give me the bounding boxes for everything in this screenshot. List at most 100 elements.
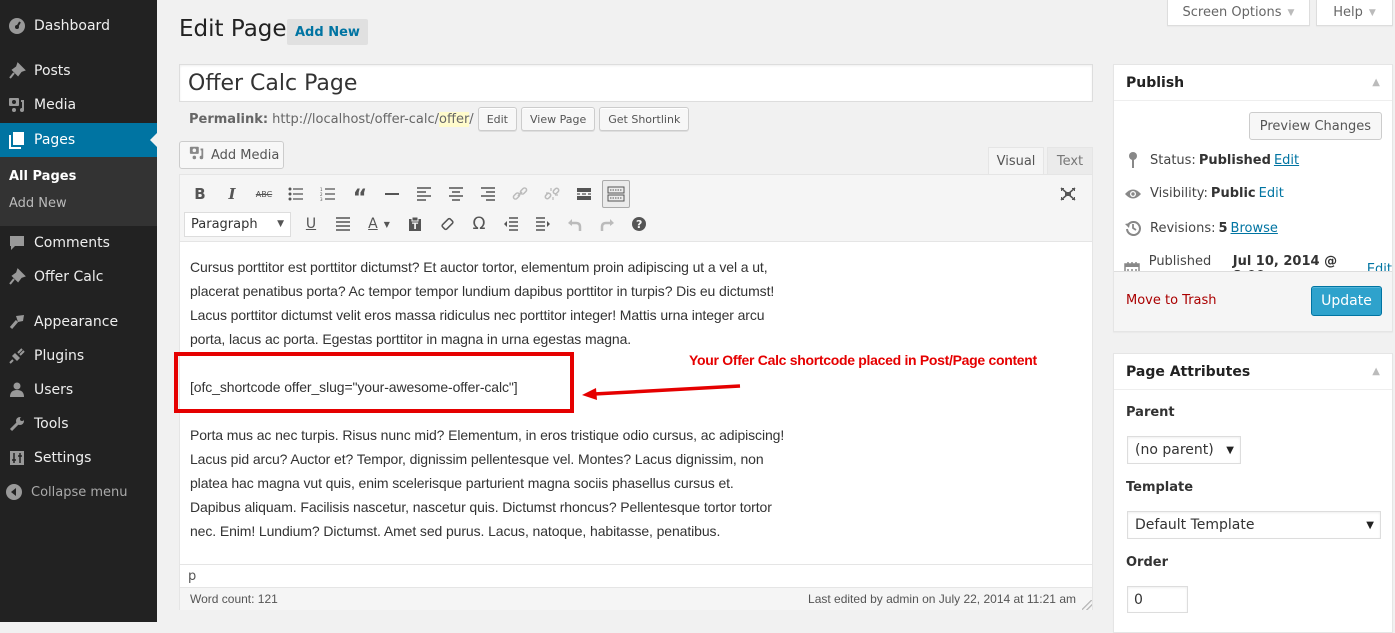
visibility-value: Public	[1210, 186, 1256, 201]
admin-sidebar: Dashboard Posts Media Pages All Pages Ad…	[0, 0, 157, 622]
redo-icon[interactable]	[591, 209, 623, 239]
edit-visibility-link[interactable]: Edit	[1259, 186, 1284, 201]
undo-icon[interactable]	[559, 209, 591, 239]
bold-icon[interactable]: B	[184, 179, 216, 209]
sidebar-item-appearance[interactable]: Appearance	[0, 305, 157, 339]
add-media-button[interactable]: Add Media	[179, 141, 284, 169]
eye-icon	[1124, 188, 1142, 200]
sidebar-item-users[interactable]: Users	[0, 373, 157, 407]
sidebar-item-plugins[interactable]: Plugins	[0, 339, 157, 373]
wrench-icon	[7, 414, 27, 434]
unlink-icon[interactable]	[536, 179, 568, 209]
add-new-button[interactable]: Add New	[287, 19, 368, 45]
special-character-icon[interactable]: Ω	[463, 209, 495, 239]
publish-title: Publish	[1126, 74, 1185, 91]
browse-revisions-link[interactable]: Browse	[1231, 221, 1278, 236]
get-shortlink-button[interactable]: Get Shortlink	[599, 107, 690, 131]
toolbar-toggle-icon[interactable]	[602, 180, 630, 208]
publish-header[interactable]: Publish ▲	[1114, 65, 1392, 101]
plug-icon	[7, 346, 27, 366]
permalink-row: Permalink: http://localhost/offer-calc/o…	[189, 107, 690, 131]
read-more-icon[interactable]	[568, 179, 600, 209]
sidebar-item-tools[interactable]: Tools	[0, 407, 157, 441]
bulleted-list-icon[interactable]	[280, 179, 312, 209]
text-line: Cursus porttitor est porttitor dictumst?…	[190, 259, 768, 275]
edit-permalink-button[interactable]: Edit	[477, 107, 517, 131]
history-icon	[1124, 220, 1142, 236]
resize-handle[interactable]	[1082, 600, 1092, 610]
parent-select[interactable]: (no parent) ▼	[1127, 436, 1241, 464]
update-button[interactable]: Update	[1311, 286, 1382, 316]
italic-icon[interactable]: I	[216, 179, 248, 209]
sidebar-item-label: Posts	[34, 63, 71, 79]
collapse-toggle-icon[interactable]: ▲	[1372, 366, 1380, 377]
move-to-trash-link[interactable]: Move to Trash	[1126, 293, 1217, 308]
fullscreen-icon[interactable]	[1052, 179, 1084, 209]
sidebar-item-media[interactable]: Media	[0, 88, 157, 122]
collapse-menu-button[interactable]: Collapse menu	[0, 480, 157, 504]
pin-icon	[7, 267, 27, 287]
sidebar-item-posts[interactable]: Posts	[0, 54, 157, 88]
indent-icon[interactable]	[527, 209, 559, 239]
tab-text[interactable]: Text	[1047, 147, 1093, 175]
view-page-button[interactable]: View Page	[521, 107, 596, 131]
revisions-value: 5	[1218, 220, 1228, 236]
annotation-label: Your Offer Calc shortcode placed in Post…	[689, 352, 1037, 368]
sliders-icon	[7, 448, 27, 468]
pin-icon	[7, 61, 27, 81]
format-select[interactable]: Paragraph ▼	[184, 211, 291, 237]
screen-options-button[interactable]: Screen Options ▼	[1167, 0, 1310, 26]
element-path[interactable]: p	[180, 564, 1092, 588]
template-select-value: Default Template	[1135, 517, 1255, 533]
tab-visual[interactable]: Visual	[988, 147, 1044, 175]
sidebar-item-offer-calc[interactable]: Offer Calc	[0, 260, 157, 294]
annotation-arrow-icon	[582, 384, 741, 400]
text-line: platea hac magna vut quis, enim sceleris…	[190, 475, 734, 491]
help-button[interactable]: Help ▼	[1316, 0, 1393, 26]
paste-as-text-icon[interactable]: T	[399, 209, 431, 239]
outdent-icon[interactable]	[495, 209, 527, 239]
sidebar-item-label: Media	[34, 97, 77, 113]
justify-icon[interactable]	[327, 209, 359, 239]
underline-icon[interactable]: U	[295, 209, 327, 239]
order-input[interactable]	[1127, 586, 1188, 613]
status-row: Status: Published Edit	[1124, 152, 1299, 168]
sidebar-item-label: Tools	[34, 416, 69, 432]
edit-status-link[interactable]: Edit	[1274, 153, 1299, 168]
help-icon[interactable]: ?	[623, 209, 655, 239]
post-title-input[interactable]	[179, 64, 1093, 102]
user-icon	[7, 380, 27, 400]
parent-select-value: (no parent)	[1135, 442, 1214, 458]
submenu-all-pages[interactable]: All Pages	[9, 169, 76, 184]
align-left-icon[interactable]	[408, 179, 440, 209]
sidebar-item-settings[interactable]: Settings	[0, 441, 157, 475]
permalink-slug[interactable]: offer	[439, 111, 470, 127]
sidebar-item-pages[interactable]: Pages	[0, 123, 157, 157]
text-line: Dapibus aliquam. Facilisis nascetur, nas…	[190, 499, 772, 515]
collapse-toggle-icon[interactable]: ▲	[1372, 77, 1380, 88]
link-icon[interactable]	[504, 179, 536, 209]
clear-formatting-icon[interactable]	[431, 209, 463, 239]
svg-text:?: ?	[636, 218, 642, 231]
preview-changes-button[interactable]: Preview Changes	[1248, 112, 1382, 140]
order-label: Order	[1126, 555, 1168, 570]
align-right-icon[interactable]	[472, 179, 504, 209]
horizontal-line-icon[interactable]	[376, 179, 408, 209]
page-attributes-header[interactable]: Page Attributes ▲	[1114, 354, 1392, 390]
text-line: Lacus porttitor dictumst velit eros mass…	[190, 307, 765, 323]
sidebar-item-comments[interactable]: Comments	[0, 226, 157, 260]
sidebar-item-label: Dashboard	[34, 18, 110, 34]
blockquote-icon[interactable]: “	[344, 179, 376, 211]
numbered-list-icon[interactable]: 123	[312, 179, 344, 209]
submenu-add-new[interactable]: Add New	[9, 196, 67, 211]
text-line: Lacus pid arcu? Auctor et? Tempor, digni…	[190, 451, 764, 467]
editor-status-bar: Word count: 121 Last edited by admin on …	[180, 587, 1092, 610]
text-color-icon[interactable]: A ▼	[359, 209, 399, 239]
align-center-icon[interactable]	[440, 179, 472, 209]
sidebar-item-dashboard[interactable]: Dashboard	[0, 9, 157, 43]
media-icon	[7, 95, 27, 115]
text-line: placerat penatibus porta? Ac tempor temp…	[190, 283, 775, 299]
strikethrough-icon[interactable]: ABC	[248, 179, 280, 209]
template-select[interactable]: Default Template ▼	[1127, 511, 1381, 539]
text-line: porta, lacus ac porta. Egestas porttitor…	[190, 331, 632, 347]
